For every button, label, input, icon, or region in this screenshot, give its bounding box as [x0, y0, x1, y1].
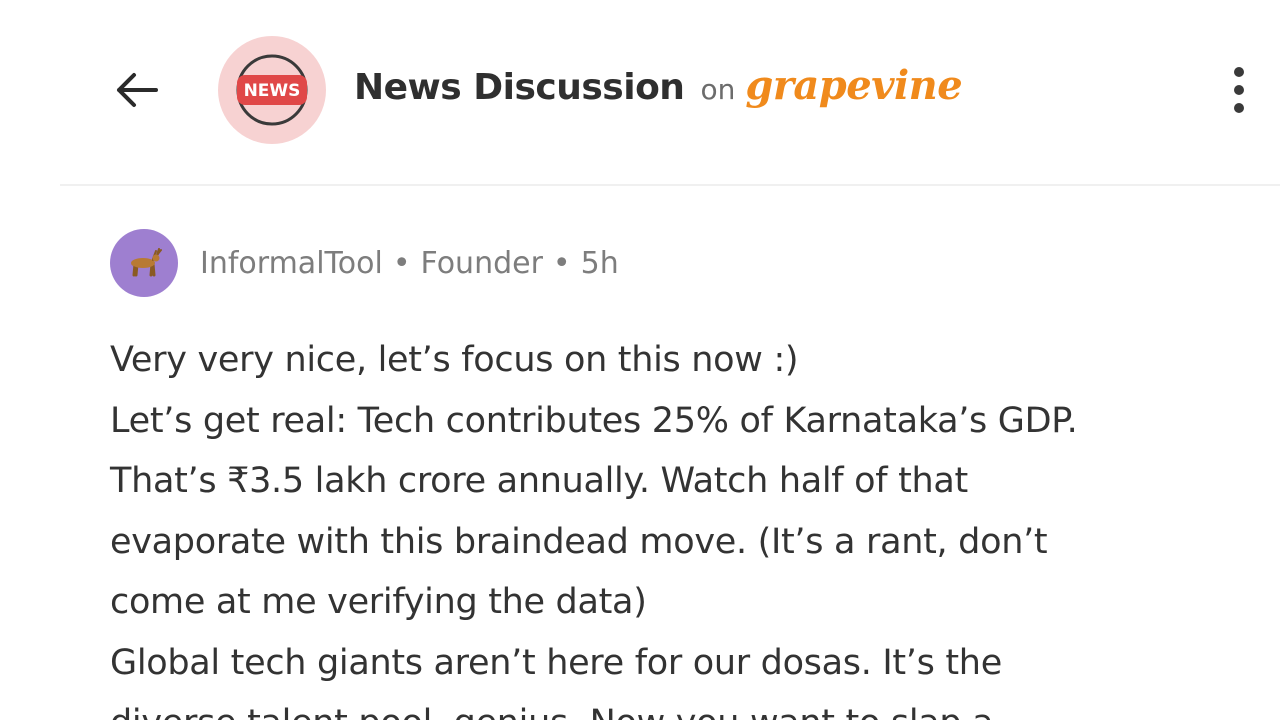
news-badge-text: NEWS [244, 81, 301, 101]
meta-separator: • [392, 245, 411, 281]
deer-icon [131, 248, 162, 277]
back-button[interactable] [110, 64, 162, 116]
meta-separator: • [552, 245, 571, 281]
header-divider [60, 184, 1280, 186]
post-meta: InformalTool • Founder • 5h [110, 229, 619, 297]
more-options-button[interactable] [1218, 62, 1260, 118]
arrow-left-icon [117, 73, 158, 107]
channel-title[interactable]: News Discussion [354, 67, 685, 108]
header-title: News Discussion on grapevine [354, 62, 963, 109]
post-line: come at me verifying the data) [110, 582, 647, 622]
post-body: Very very nice, let’s focus on this now … [110, 330, 1250, 720]
post-line: evaporate with this braindead move. (It’… [110, 521, 1048, 562]
post-line: Global tech giants aren’t here for our d… [110, 642, 1002, 683]
post-line: Let’s get real: Tech contributes 25% of … [110, 400, 1078, 441]
brand-logo: grapevine [745, 62, 963, 109]
news-badge-icon: NEWS [233, 51, 311, 129]
more-vertical-icon [1234, 67, 1244, 113]
post-detail-screen: NEWS News Discussion on grapevine Inform… [0, 0, 1280, 720]
post-time: 5h [580, 245, 619, 281]
post-line: diverse talent pool, genius. Now you wan… [110, 693, 1250, 720]
author-role: Founder [420, 245, 543, 281]
avatar[interactable] [110, 229, 178, 297]
author-name[interactable]: InformalTool [200, 246, 383, 281]
post-line: Very very nice, let’s focus on this now … [110, 340, 799, 380]
app-header: NEWS News Discussion on grapevine [0, 0, 1280, 186]
on-label: on [700, 73, 736, 106]
channel-avatar[interactable]: NEWS [218, 36, 326, 144]
post-line: That’s ₹3.5 lakh crore annually. Watch h… [110, 461, 968, 501]
